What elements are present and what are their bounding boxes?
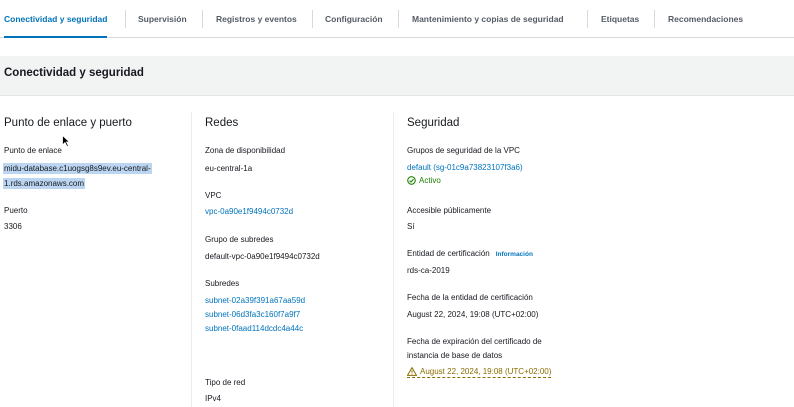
subnet-link[interactable]: subnet-02a39f391a67aa59d bbox=[205, 296, 305, 305]
tab-recommendations[interactable]: Recomendaciones bbox=[668, 0, 743, 38]
public-access-value: Sí bbox=[407, 222, 415, 231]
tab-divider bbox=[312, 10, 313, 28]
tab-divider bbox=[587, 10, 588, 28]
tab-divider bbox=[202, 10, 203, 28]
mouse-cursor-icon bbox=[62, 135, 70, 147]
cert-expiry-label-line2: instancia de base de datos bbox=[407, 351, 503, 360]
sg-status: Activo bbox=[407, 176, 441, 185]
ca-date-label: Fecha de la entidad de certificación bbox=[407, 293, 533, 302]
tab-configuration[interactable]: Configuración bbox=[325, 0, 383, 38]
network-type-label: Tipo de red bbox=[205, 378, 246, 387]
column-divider bbox=[393, 112, 394, 407]
check-circle-icon bbox=[407, 176, 416, 185]
sg-status-text: Activo bbox=[419, 176, 441, 185]
endpoint-value-line1[interactable]: midu-database.c1uogsg8s9ev.eu-central- bbox=[3, 163, 152, 174]
security-title: Seguridad bbox=[407, 117, 460, 129]
endpoint-label: Punto de enlace bbox=[4, 146, 62, 155]
tab-logs-events[interactable]: Registros y eventos bbox=[216, 0, 297, 38]
tab-bar: Conectividad y seguridad Supervisión Reg… bbox=[0, 0, 794, 38]
tab-monitoring[interactable]: Supervisión bbox=[138, 0, 187, 38]
tab-maintenance-backups[interactable]: Mantenimiento y copias de seguridad bbox=[412, 0, 564, 38]
vpc-label: VPC bbox=[205, 191, 222, 200]
ca-label: Entidad de certificación bbox=[407, 249, 490, 258]
endpoint-title: Punto de enlace y puerto bbox=[4, 117, 132, 129]
vpc-link[interactable]: vpc-0a90e1f9494c0732d bbox=[205, 207, 293, 216]
public-access-label: Accesible públicamente bbox=[407, 206, 492, 215]
az-label: Zona de disponibilidad bbox=[205, 146, 286, 155]
tab-divider bbox=[654, 10, 655, 28]
subnet-link[interactable]: subnet-0faad114dcdc4a44c bbox=[205, 324, 303, 333]
ca-info-link[interactable]: Información bbox=[496, 251, 533, 258]
tab-divider bbox=[398, 10, 399, 28]
subnet-group-value: default-vpc-0a90e1f9494c0732d bbox=[205, 252, 320, 261]
endpoint-value-line2[interactable]: 1.rds.amazonaws.com bbox=[3, 178, 86, 189]
column-divider bbox=[191, 112, 192, 407]
network-type-value: IPv4 bbox=[205, 394, 222, 403]
tab-connectivity-security[interactable]: Conectividad y seguridad bbox=[4, 0, 108, 38]
port-value: 3306 bbox=[4, 222, 22, 231]
ca-label-row: Entidad de certificación Información bbox=[407, 249, 533, 258]
tab-tags[interactable]: Etiquetas bbox=[601, 0, 639, 38]
sg-label: Grupos de seguridad de la VPC bbox=[407, 146, 520, 155]
section-title: Conectividad y seguridad bbox=[4, 67, 144, 79]
tab-divider bbox=[125, 10, 126, 28]
cert-expiry-label-line1: Fecha de expiración del certificado de bbox=[407, 337, 542, 346]
warning-icon bbox=[407, 367, 417, 376]
cert-expiry-text: August 22, 2024, 19:08 (UTC+02:00) bbox=[420, 367, 552, 376]
ca-value: rds-ca-2019 bbox=[407, 266, 450, 275]
subnet-group-label: Grupo de subredes bbox=[205, 235, 274, 244]
port-label: Puerto bbox=[4, 206, 28, 215]
subnets-label: Subredes bbox=[205, 279, 240, 288]
az-value: eu-central-1a bbox=[205, 164, 253, 173]
network-title: Redes bbox=[205, 117, 239, 129]
ca-date-value: August 22, 2024, 19:08 (UTC+02:00) bbox=[407, 310, 539, 319]
sg-link[interactable]: default (sg-01c9a73823107f3a6) bbox=[407, 163, 523, 172]
subnet-link[interactable]: subnet-06d3fa3c160f7a9f7 bbox=[205, 310, 300, 319]
cert-expiry-value[interactable]: August 22, 2024, 19:08 (UTC+02:00) bbox=[407, 367, 552, 378]
